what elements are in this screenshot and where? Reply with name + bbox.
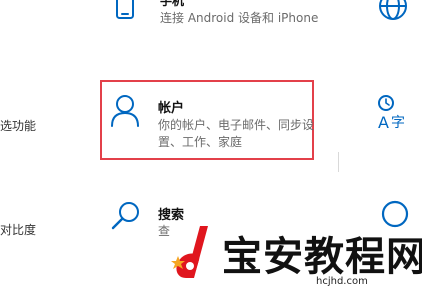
accounts-tile-desc-line2: 置、工作、家庭 (158, 135, 243, 149)
svg-text:A: A (378, 113, 389, 130)
svg-text:字: 字 (391, 115, 405, 130)
phone-tile[interactable]: 手机 连接 Android 设备和 iPhone (104, 0, 364, 30)
phone-tile-title: 手机 (160, 0, 185, 8)
accounts-tile-title: 帐户 (158, 101, 185, 116)
left-item-contrast[interactable]: 对比度 (0, 221, 36, 238)
watermark: 宝安教程网 hcjhd.com (170, 222, 422, 291)
time-language-icon[interactable]: A 字 (376, 94, 412, 132)
search-tile-title: 搜索 (158, 208, 185, 223)
search-tile-desc: 查 (158, 224, 171, 238)
person-icon (110, 94, 140, 128)
left-item-optional-features[interactable]: 选功能 (0, 117, 36, 134)
smartphone-icon (112, 0, 138, 22)
tile-divider (338, 152, 339, 172)
globe-icon[interactable] (376, 0, 410, 26)
watermark-logo-icon (170, 222, 218, 286)
watermark-brand-text: 宝安教程网 (222, 233, 422, 280)
accounts-tile-desc-line1: 你的帐户、电子邮件、同步设 (158, 118, 315, 132)
phone-tile-desc: 连接 Android 设备和 iPhone (160, 11, 319, 25)
watermark-url: hcjhd.com (316, 276, 368, 287)
search-icon (110, 200, 142, 232)
